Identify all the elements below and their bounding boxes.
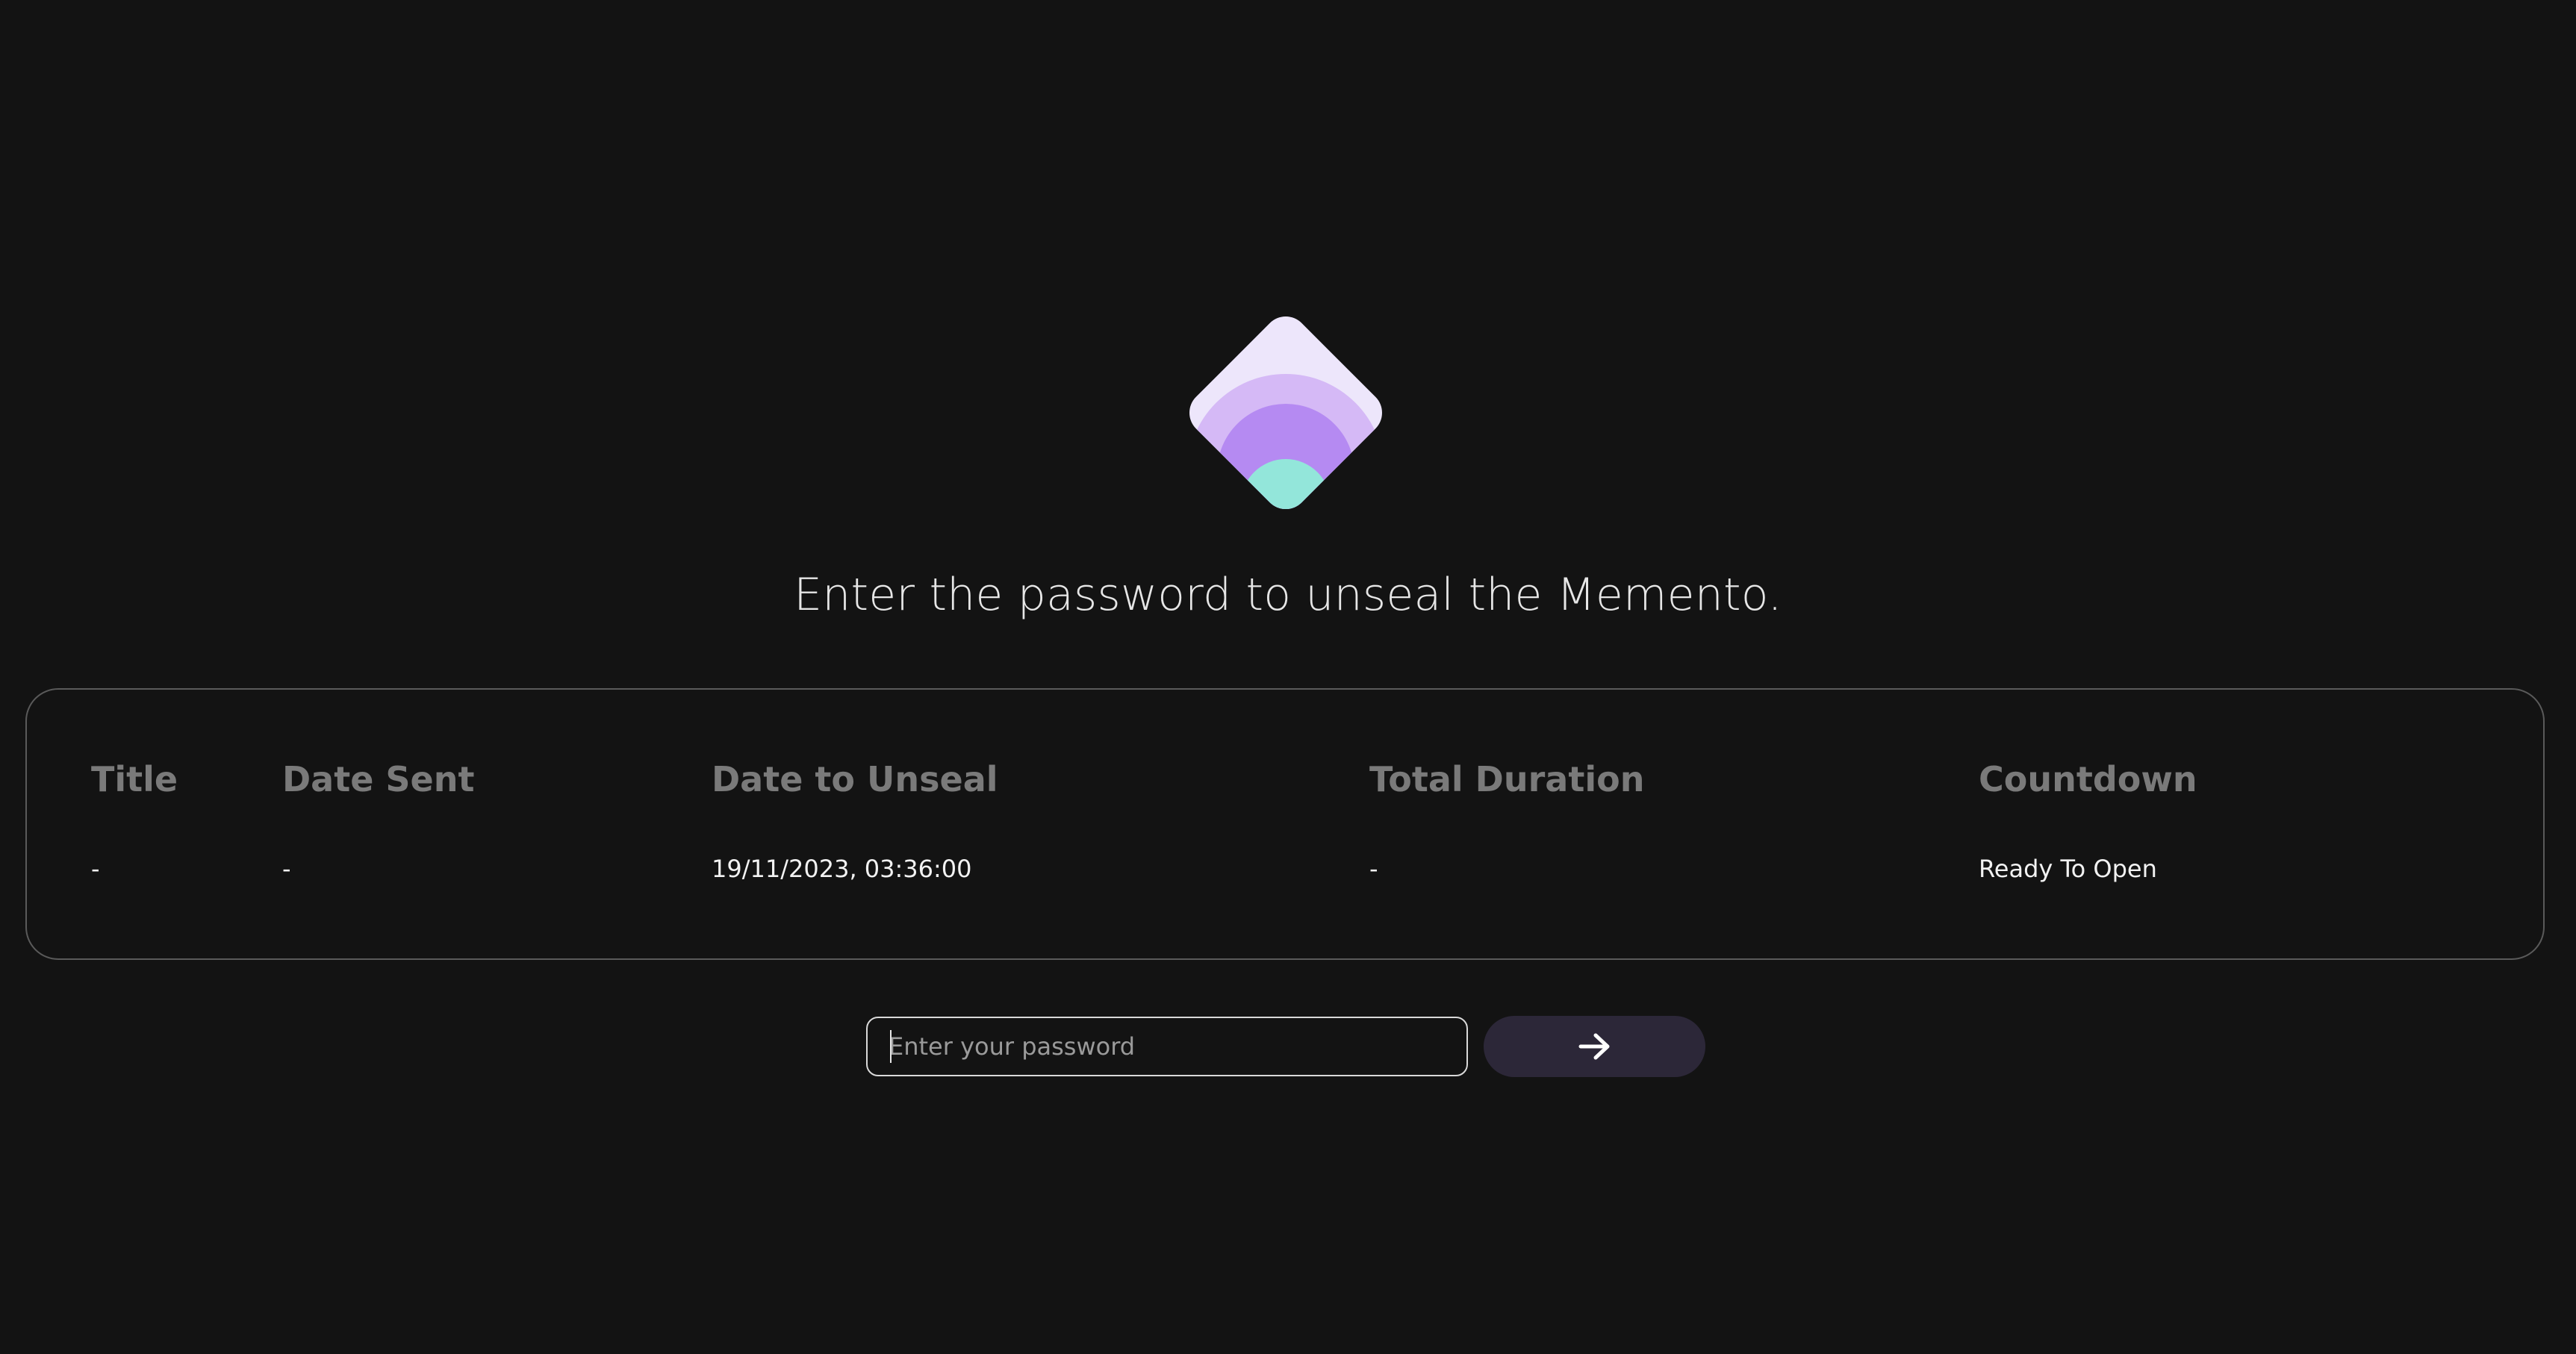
page-headline: Enter the password to unseal the Memento…	[794, 569, 1782, 621]
submit-button[interactable]	[1484, 1016, 1705, 1077]
arrow-right-icon	[1578, 1032, 1612, 1061]
password-input[interactable]	[866, 1017, 1468, 1076]
column-header-title: Title	[91, 759, 178, 799]
date-to-unseal-value: 19/11/2023, 03:36:00	[712, 855, 972, 883]
memento-logo-icon	[1157, 284, 1414, 541]
memento-info-table: Title Date Sent Date to Unseal Total Dur…	[25, 688, 2545, 960]
column-header-date-to-unseal: Date to Unseal	[712, 759, 998, 799]
total-duration-value: -	[1369, 855, 1378, 883]
title-value: -	[91, 855, 100, 883]
text-cursor	[890, 1030, 892, 1063]
countdown-status: Ready To Open	[1979, 855, 2157, 883]
column-header-total-duration: Total Duration	[1369, 759, 1645, 799]
column-header-date-sent: Date Sent	[282, 759, 475, 799]
date-sent-value: -	[282, 855, 291, 883]
column-header-countdown: Countdown	[1979, 759, 2197, 799]
